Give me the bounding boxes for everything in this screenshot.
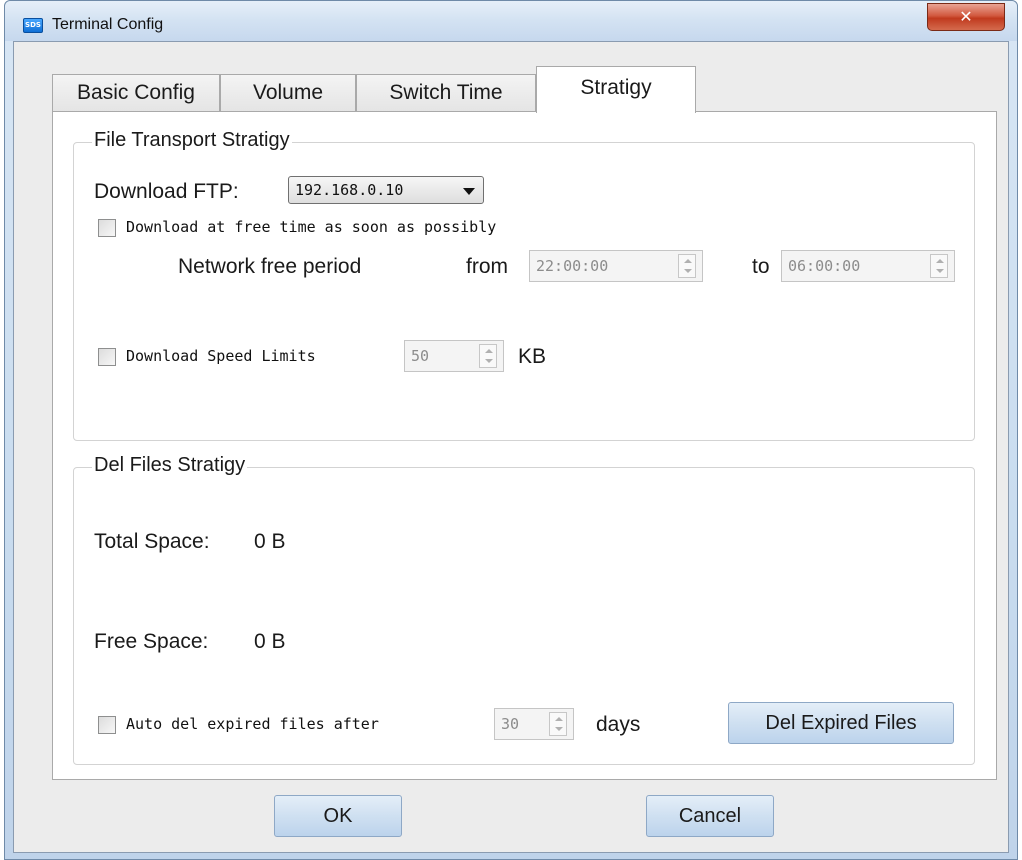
spin-buttons[interactable] [549,712,567,736]
total-space-value: 0 B [254,530,286,553]
download-ftp-label: Download FTP: [94,180,239,203]
spin-buttons[interactable] [479,344,497,368]
speed-limit-checkbox[interactable] [98,348,116,366]
download-ftp-value: 192.168.0.10 [295,181,404,199]
free-space-label: Free Space: [94,630,209,653]
spin-buttons[interactable] [930,254,948,278]
cancel-button[interactable]: Cancel [646,795,774,837]
speed-limit-checkbox-label: Download Speed Limits [126,347,316,365]
tab-stratigy[interactable]: Stratigy [536,66,696,113]
spin-up-icon [555,717,563,721]
free-time-checkbox-label: Download at free time as soon as possibl… [126,218,497,236]
auto-del-days-spinbox[interactable]: 30 [494,708,574,740]
file-transport-group-title: File Transport Stratigy [92,129,292,152]
spin-buttons[interactable] [678,254,696,278]
window-title: Terminal Config [52,16,164,33]
days-label: days [596,713,641,736]
ok-button[interactable]: OK [274,795,402,837]
tab-volume[interactable]: Volume [220,74,356,112]
file-transport-group: File Transport Stratigy Download FTP: 19… [73,129,975,441]
from-time-value: 22:00:00 [536,257,609,275]
spin-up-icon [684,259,692,263]
app-icon: SDS [23,18,43,33]
spin-down-icon [684,269,692,273]
auto-del-checkbox[interactable] [98,716,116,734]
free-time-checkbox[interactable] [98,219,116,237]
to-time-value: 06:00:00 [788,257,861,275]
auto-del-checkbox-label: Auto del expired files after [126,715,379,733]
spin-down-icon [555,727,563,731]
network-free-period-label: Network free period [178,255,362,278]
spin-up-icon [485,349,493,353]
tab-switch-time[interactable]: Switch Time [356,74,536,112]
chevron-down-icon [463,188,475,195]
to-time-spinbox[interactable]: 06:00:00 [781,250,955,282]
spin-down-icon [485,359,493,363]
del-files-group-title: Del Files Stratigy [92,454,248,477]
download-ftp-select[interactable]: 192.168.0.10 [288,176,484,204]
auto-del-days-value: 30 [501,715,520,733]
free-space-value: 0 B [254,630,286,653]
speed-limit-unit: KB [518,345,547,368]
to-label: to [752,255,770,278]
close-button[interactable]: ✕ [927,3,1005,31]
terminal-config-window: SDS Terminal Config ✕ Basic Config Volum… [4,0,1018,860]
from-time-spinbox[interactable]: 22:00:00 [529,250,703,282]
title-bar[interactable]: SDS Terminal Config ✕ [5,1,1017,41]
del-expired-files-button[interactable]: Del Expired Files [728,702,954,744]
spin-up-icon [936,259,944,263]
stratigy-tab-panel: File Transport Stratigy Download FTP: 19… [52,111,997,780]
tab-basic-config[interactable]: Basic Config [52,74,220,112]
spin-down-icon [936,269,944,273]
total-space-label: Total Space: [94,530,210,553]
from-label: from [466,255,508,278]
speed-limit-value: 50 [411,347,430,365]
dialog-client-area: Basic Config Volume Switch Time Stratigy… [13,41,1009,853]
speed-limit-spinbox[interactable]: 50 [404,340,504,372]
del-files-group: Del Files Stratigy Total Space: 0 B Free… [73,454,975,765]
